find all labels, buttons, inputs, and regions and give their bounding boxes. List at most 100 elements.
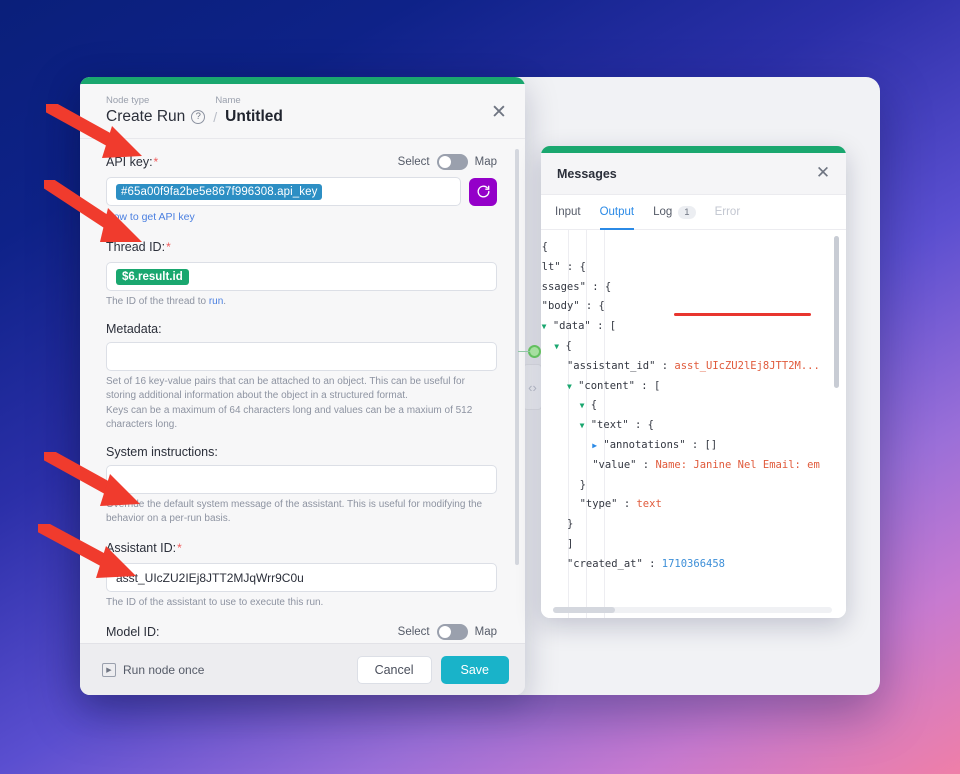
collapse-caret-icon[interactable]: ▼: [542, 322, 547, 331]
pane-collapse-handle[interactable]: ‹›: [524, 365, 541, 409]
breadcrumb-separator: /: [213, 109, 218, 125]
panel-title: Messages: [557, 166, 617, 181]
json-line: "assistant_id" : asst_UIcZU2lEj8JTT2M...: [566, 359, 820, 372]
hint-run-link[interactable]: run: [209, 296, 223, 307]
run-node-once-label: Run node once: [123, 662, 205, 677]
field-thread-id: Thread ID:* $6.result.id The ID of the t…: [106, 238, 497, 309]
field-api-key: API key:* Select Map #65a00f9fa2be5e867f…: [106, 153, 497, 225]
panel-accent-bar: [541, 146, 846, 153]
dialog-footer: ▶ Run node once Cancel Save: [80, 643, 525, 695]
node-name-caption: Name: [215, 95, 241, 106]
required-marker: *: [153, 155, 159, 169]
json-line: : {: [541, 241, 548, 253]
json-output-viewer[interactable]: : {sult" : {messages" : { "body" : { ▼ "…: [541, 230, 846, 618]
required-marker: *: [166, 240, 171, 254]
node-details-dialog: Node type Name Create Run ? / Untitled ✕…: [80, 77, 525, 695]
dialog-header: Node type Name Create Run ? / Untitled ✕: [80, 84, 525, 139]
cancel-button[interactable]: Cancel: [356, 655, 432, 684]
hint-assistant-id: The ID of the assistant to use to execut…: [106, 597, 324, 609]
refresh-icon[interactable]: [469, 177, 497, 206]
json-line: ▼ "text" : {: [579, 419, 654, 432]
field-label-assistant-id: Assistant ID:: [106, 541, 177, 556]
json-line: "created_at" : 1710366458: [566, 557, 725, 570]
tab-output[interactable]: Output: [599, 195, 634, 230]
hint-thread-id: The ID of the thread to run.: [106, 296, 227, 307]
form-scrollbar[interactable]: [515, 149, 519, 565]
json-line: ▼ "content" : [: [566, 379, 661, 392]
question-mark-icon[interactable]: ?: [191, 110, 206, 124]
assistant-id-input[interactable]: asst_UIcZU2IEj8JTT2MJqWrr9C0u: [106, 563, 497, 593]
collapse-caret-icon[interactable]: ▼: [567, 382, 572, 391]
hint-metadata: Set of 16 key-value pairs that can be at…: [106, 376, 473, 430]
run-node-once-button[interactable]: ▶ Run node once: [102, 662, 205, 677]
dialog-form-body: API key:* Select Map #65a00f9fa2be5e867f…: [80, 139, 525, 643]
close-icon[interactable]: ✕: [489, 102, 509, 123]
collapse-caret-icon[interactable]: ▼: [580, 421, 585, 430]
collapse-caret-icon[interactable]: ▼: [580, 401, 585, 410]
annotation-underline: [674, 313, 811, 316]
json-line: ▶ "annotations" : []: [592, 438, 718, 451]
json-value: 1710366458: [661, 557, 725, 570]
json-line: }: [579, 478, 586, 491]
json-line: ]: [566, 537, 574, 550]
toggle-label-map: Map: [474, 156, 497, 168]
expand-caret-icon[interactable]: ▶: [592, 441, 597, 450]
json-line: ▼ {: [579, 399, 598, 412]
json-content: : {sult" : {messages" : { "body" : { ▼ "…: [541, 238, 846, 575]
log-count-badge: 1: [678, 205, 696, 219]
field-label-system-instructions: System instructions:: [106, 444, 218, 459]
close-icon[interactable]: ✕: [814, 163, 832, 182]
thread-id-value-chip: $6.result.id: [116, 268, 189, 285]
collapse-caret-icon[interactable]: ▼: [554, 342, 559, 351]
json-value: text: [636, 498, 662, 511]
metadata-input[interactable]: [106, 342, 497, 372]
thread-id-input[interactable]: $6.result.id: [106, 262, 497, 291]
api-key-mode-toggle-group[interactable]: Select Map: [398, 154, 497, 170]
node-name-value[interactable]: Untitled: [225, 108, 283, 126]
node-type-value: Create Run: [106, 108, 186, 125]
model-id-mode-toggle[interactable]: [436, 623, 468, 640]
panel-header: Messages ✕: [541, 153, 846, 195]
toggle-label-map: Map: [474, 625, 497, 638]
how-to-get-api-key-link[interactable]: How to get API key: [106, 211, 195, 223]
field-model-id: Model ID: Select Map gpt-4-1106-previewg…: [106, 623, 497, 644]
assistant-id-value: asst_UIcZU2IEj8JTT2MJqWrr9C0u: [116, 570, 304, 585]
field-assistant-id: Assistant ID:* asst_UIcZU2IEj8JTT2MJqWrr…: [106, 539, 497, 610]
tab-log[interactable]: Log 1: [653, 195, 696, 230]
messages-output-panel: Messages ✕ Input Output Log1 Error : { su…: [541, 146, 846, 618]
toggle-label-select: Select: [397, 625, 430, 638]
json-line: "value" : Name: Janine Nel Email: em: [592, 458, 820, 471]
json-line: ▼ "data" : [: [541, 320, 617, 333]
api-key-mode-toggle[interactable]: [436, 154, 468, 170]
play-icon: ▶: [102, 662, 116, 677]
save-button[interactable]: Save: [440, 655, 509, 684]
field-label-thread-id: Thread ID:: [106, 240, 166, 254]
json-value: asst_UIcZU2lEj8JTT2M...: [674, 359, 820, 372]
json-line: "type" : text: [579, 498, 662, 511]
field-label-api-key: API key:: [106, 155, 153, 169]
connector-line-output: [518, 351, 530, 352]
field-metadata: Metadata: Set of 16 key-value pairs that…: [106, 322, 497, 432]
dialog-accent-bar: [80, 77, 525, 84]
panel-tabs: Input Output Log 1 Error: [541, 195, 846, 230]
field-label-metadata: Metadata:: [106, 322, 162, 337]
json-value: Name: Janine Nel Email: em: [655, 458, 820, 471]
field-system-instructions: System instructions: Override the defaul…: [106, 445, 497, 526]
json-vertical-scrollbar[interactable]: [834, 236, 839, 388]
json-line: sult" : {: [541, 260, 586, 273]
model-id-mode-toggle-group[interactable]: Select Map: [397, 623, 497, 640]
json-line: ▼ {: [554, 339, 572, 352]
tab-error[interactable]: Error: [715, 195, 741, 230]
field-label-model-id: Model ID:: [106, 624, 160, 639]
node-type-caption: Node type: [106, 95, 150, 106]
toggle-label-select: Select: [397, 156, 430, 168]
json-horizontal-scrollbar[interactable]: [553, 607, 615, 613]
api-key-input[interactable]: #65a00f9fa2be5e867f996308.api_key: [106, 177, 461, 206]
required-marker: *: [177, 541, 182, 556]
hint-system-instructions: Override the default system message of t…: [106, 498, 483, 525]
api-key-value-chip: #65a00f9fa2be5e867f996308.api_key: [116, 183, 323, 200]
json-line: }: [566, 518, 574, 531]
system-instructions-input[interactable]: [106, 464, 497, 494]
json-line: messages" : {: [541, 280, 612, 293]
tab-input[interactable]: Input: [555, 195, 581, 230]
